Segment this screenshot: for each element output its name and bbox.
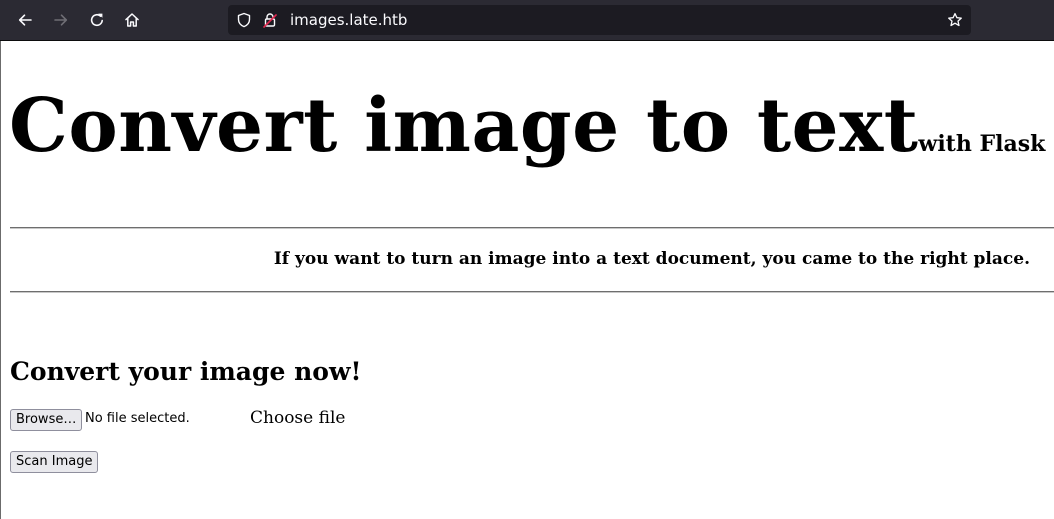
forward-button[interactable] [49, 8, 73, 32]
page-title: Convert image to textwith Flask [9, 89, 1045, 163]
tagline: If you want to turn an image into a text… [273, 249, 1030, 269]
reload-button[interactable] [85, 8, 109, 32]
browser-toolbar: images.late.htb [0, 0, 1054, 41]
scan-image-button[interactable]: Scan Image [10, 451, 99, 473]
browse-button[interactable]: Browse… [10, 409, 83, 431]
bookmark-button[interactable] [947, 12, 963, 28]
arrow-right-icon [54, 14, 68, 26]
back-button[interactable] [13, 8, 37, 32]
tracking-protection-button[interactable] [236, 12, 252, 28]
address-bar[interactable]: images.late.htb [228, 5, 971, 35]
url-text[interactable]: images.late.htb [290, 11, 407, 29]
divider-top [10, 227, 1054, 229]
lock-icon [263, 13, 277, 28]
divider-bottom [10, 291, 1054, 293]
section-title: Convert your image now! [10, 357, 362, 386]
choose-file-label[interactable]: Choose file [250, 408, 345, 428]
star-icon [948, 12, 962, 27]
shield-icon [237, 12, 251, 28]
file-status: No file selected. [85, 411, 190, 426]
home-button[interactable] [120, 8, 144, 32]
headline-main: Convert image to text [9, 83, 919, 169]
connection-info-button[interactable] [262, 12, 278, 28]
page-content: Convert image to textwith Flask If you w… [0, 41, 1054, 519]
headline-suffix: with Flask [918, 131, 1046, 157]
arrow-left-icon [18, 14, 32, 26]
reload-icon [90, 13, 103, 27]
home-icon [125, 13, 139, 27]
